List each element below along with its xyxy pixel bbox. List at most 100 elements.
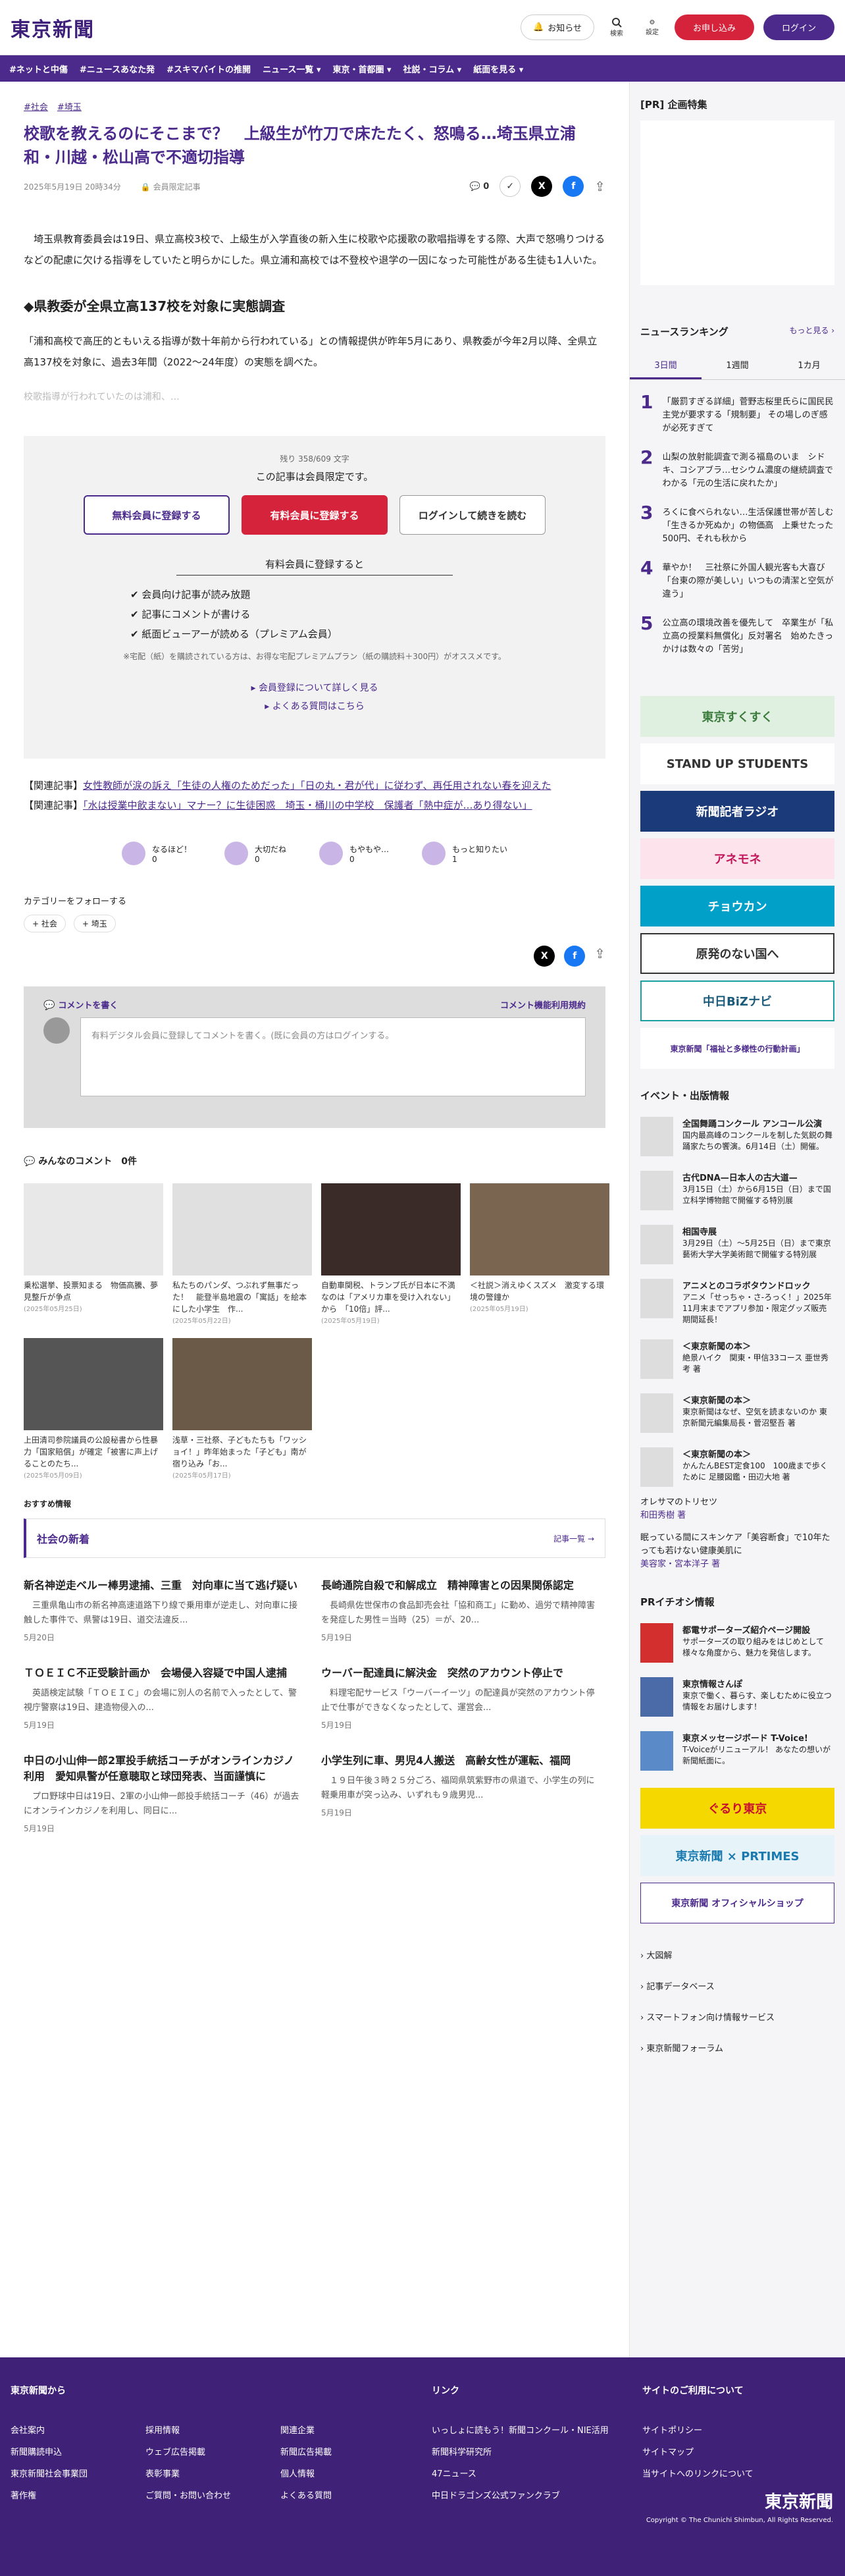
footer-link[interactable]: 会社案内 [11, 2423, 145, 2436]
pr2-item[interactable]: 都電サポーターズ紹介ページ開設 サポーターズの取り組みをはじめとして様々な角度から… [640, 1623, 834, 1663]
news-item[interactable]: 新名神逆走ベルー棒男逮捕、三重 対向車に当て逃げ疑い 三重県亀山市の新名神高速道… [24, 1578, 300, 1643]
side-link[interactable]: › 大図解 [640, 1939, 834, 1970]
site-logo[interactable]: 東京新聞 [11, 13, 95, 42]
tag-link[interactable]: #埼玉 [57, 100, 82, 113]
facebook-share-icon[interactable]: f [563, 176, 584, 197]
footer-link[interactable]: サイトポリシー [642, 2423, 833, 2436]
reaction-button[interactable]: 大切だね 0 [224, 842, 286, 865]
event-item[interactable]: ＜東京新聞の本＞ かんたんBEST定食100 100歳まで歩くために 足腰図鑑・田… [640, 1447, 834, 1487]
footer-link[interactable]: サイトマップ [642, 2445, 833, 2457]
event-item[interactable]: ＜東京新聞の本＞ 絶景ハイク 関東・甲信33コース 亜世秀考 著 [640, 1339, 834, 1379]
footer-link[interactable]: 47ニュース [432, 2467, 642, 2479]
footer-link[interactable]: 関連企業 [280, 2423, 415, 2436]
bookmark-icon[interactable]: ✓ [499, 176, 521, 197]
event-item[interactable]: アニメとのコラボタウンドロック アニメ「せっちゃ・さ-ろっく！」2025年11月末… [640, 1279, 834, 1325]
login-button[interactable]: ログイン [763, 14, 834, 40]
free-register-button[interactable]: 無料会員に登録する [84, 495, 230, 535]
news-item[interactable]: 中日の小山伸一郎2軍投手統括コーチがオンラインカジノ利用 愛知県警が任意聴取と球… [24, 1753, 300, 1834]
ranking-more-link[interactable]: もっと見る › [789, 325, 834, 338]
search-button[interactable]: 検索 [603, 17, 630, 38]
footer-link[interactable]: 採用情報 [145, 2423, 280, 2436]
rec-card[interactable]: 私たちのパンダ、つぶれず無事だった！ 能登半島地震の「寓話」を絵本にした小学生 … [172, 1183, 312, 1325]
event-item[interactable]: 古代DNA—日本人の古大道— 3月15日（土）から6月15日（日）まで国立科学博物… [640, 1171, 834, 1210]
footer-link[interactable]: 新聞購読申込 [11, 2445, 145, 2457]
nav-item[interactable]: 紙面を見る ▾ [473, 63, 523, 75]
footer-link[interactable]: ウェブ広告掲載 [145, 2445, 280, 2457]
banner-gururi[interactable]: ぐるり東京 [640, 1788, 834, 1829]
banner-chokan[interactable]: チョウカン [640, 886, 834, 926]
ranking-tab[interactable]: 1カ月 [773, 352, 845, 379]
book-link[interactable]: 眠っている間にスキンケア「美容断食」で10年たっても若けない健康美肌に 美容家・宮… [640, 1532, 834, 1571]
faq-link[interactable]: ▸ よくある質問はこちら [50, 697, 579, 716]
book-link[interactable]: オレサマのトリセツ 和田秀樹 著 [640, 1496, 834, 1522]
rec-card[interactable]: ＜社説＞消えゆくスズメ 激変する環境の警鐘か (2025年05月19日) [470, 1183, 609, 1325]
share-icon[interactable]: ⇪ [594, 178, 605, 194]
side-link[interactable]: › スマートフォン向け情報サービス [640, 2001, 834, 2032]
nav-item[interactable]: 社説・コラム ▾ [403, 63, 462, 75]
banner-radio[interactable]: 新聞記者ラジオ [640, 791, 834, 832]
footer-link[interactable]: 東京新聞社会事業団 [11, 2467, 145, 2479]
paid-register-button[interactable]: 有料会員に登録する [242, 495, 388, 535]
more-info-link[interactable]: ▸ 会員登録について詳しく見る [50, 679, 579, 697]
rec-card[interactable]: 浅草・三社祭、子どもたちも「ワッショイ！」昨年始まった「子ども」南が宿り込み「お… [172, 1338, 312, 1480]
footer-link[interactable]: よくある質問 [280, 2488, 415, 2501]
comment-rules-link[interactable]: コメント機能利用規約 [500, 998, 586, 1011]
society-more-link[interactable]: 記事一覧 → [553, 1533, 594, 1544]
follow-chip[interactable]: + 社会 [24, 915, 66, 932]
footer-link[interactable]: 当サイトへのリンクについて [642, 2467, 833, 2479]
side-link[interactable]: › 記事データベース [640, 1970, 834, 2001]
banner-prtimes[interactable]: 東京新聞 × PRTIMES [640, 1835, 834, 1876]
footer-link[interactable]: 新聞科学研究所 [432, 2445, 642, 2457]
news-item[interactable]: 小学生列に車、男児4人搬送 高齢女性が運転、福岡 １９日午後３時２５分ごろ、福岡… [321, 1753, 598, 1834]
banner-anemone[interactable]: アネモネ [640, 838, 834, 879]
rec-card[interactable]: 自動車関税、トランプ氏が日本に不満なのは「アメリカ車を受け入れない」から 「10… [321, 1183, 461, 1325]
footer-link[interactable]: 中日ドラゴンズ公式ファンクラブ [432, 2488, 642, 2501]
event-item[interactable]: 相国寺展 3月29日（土）〜5月25日（日）まで東京藝術大学大学美術館で開催する特… [640, 1225, 834, 1264]
apply-button[interactable]: お申し込み [674, 14, 754, 40]
banner-shop[interactable]: 東京新聞 オフィシャルショップ [640, 1883, 834, 1923]
news-item[interactable]: 長崎通院自殺で和解成立 精神障害との因果関係認定 長崎県佐世保市の食品卸売会社「… [321, 1578, 598, 1643]
rec-card[interactable]: 上田清司参院議員の公設秘書から性暴力「国家賠償」が確定「被害に声上げることのたち… [24, 1338, 163, 1480]
notify-button[interactable]: 🔔 お知らせ [521, 14, 594, 40]
share-icon[interactable]: ⇪ [594, 946, 605, 967]
follow-chip[interactable]: + 埼玉 [73, 915, 116, 932]
x-share-icon[interactable]: X [534, 946, 555, 967]
ranking-item[interactable]: 5 公立高の環境改善を優先して 卒業生が「私立高の授業料無償化」反対署名 始めたき… [640, 614, 834, 657]
comment-count[interactable]: 💬 0 [469, 182, 489, 192]
news-item[interactable]: ＴＯＥＩＣ不正受験計画か 会場侵入容疑で中国人逮捕 英語検定試験「ＴＯＥＩＣ」の… [24, 1665, 300, 1731]
nav-item[interactable]: #ニュースあなた発 [80, 63, 155, 75]
side-link[interactable]: › 東京新聞フォーラム [640, 2032, 834, 2063]
footer-link[interactable]: 新聞広告掲載 [280, 2445, 415, 2457]
ranking-item[interactable]: 3 ろくに食べられない…生活保護世帯が苦しむ「生きるか死ぬか」の物価高 上乗せたっ… [640, 504, 834, 546]
ranking-tab[interactable]: 1週間 [702, 352, 773, 379]
ranking-item[interactable]: 1 「厳罰すぎる詳細」菅野志桜里氏らに国民民主党が要求する「規制要」 その場しのぎ… [640, 393, 834, 435]
reaction-button[interactable]: もやもや… 0 [319, 842, 389, 865]
login-continue-button[interactable]: ログインして続きを読む [399, 495, 546, 535]
ranking-item[interactable]: 4 華やか！ 三社祭に外国人観光客も大喜び「台東の際が美しい」いつもの清潔と空気が… [640, 559, 834, 601]
x-share-icon[interactable]: X [531, 176, 553, 197]
nav-item[interactable]: ニュース一覧 ▾ [263, 63, 320, 75]
footer-link[interactable]: ご質問・お問い合わせ [145, 2488, 280, 2501]
settings-button[interactable]: ⚙ 設定 [639, 19, 665, 36]
pr-ad-slot[interactable] [640, 121, 834, 285]
ranking-tab[interactable]: 3日間 [630, 352, 702, 379]
event-item[interactable]: ＜東京新聞の本＞ 東京新聞はなぜ、空気を読まないのか 東京新聞元編集局長・菅沼堅吾… [640, 1393, 834, 1433]
related-link[interactable]: 「水は授業中飲まない」マナー？に生徒困惑 埼玉・桶川の中学校 保護者「熱中症が…… [83, 799, 532, 811]
banner-fukushi[interactable]: 東京新聞「福祉と多様性の行動計画」 [640, 1028, 834, 1069]
event-item[interactable]: 全国舞踊コンクール アンコール公演 国内最高峰のコンクールを制した気鋭の舞踊家たち… [640, 1117, 834, 1156]
banner-bizunavi[interactable]: 中日BiZナビ [640, 980, 834, 1021]
related-link[interactable]: 女性教師が涙の訴え「生徒の人権のためだった」「日の丸・君が代」に従わず、再任用さ… [83, 780, 551, 792]
facebook-share-icon[interactable]: f [564, 946, 586, 967]
footer-link[interactable]: 個人情報 [280, 2467, 415, 2479]
comment-textarea[interactable]: 有料デジタル会員に登録してコメントを書く。(既に会員の方はログインする。 [80, 1017, 586, 1096]
footer-link[interactable]: いっしょに読もう！新聞コンクール・NIE活用 [432, 2423, 642, 2436]
ranking-item[interactable]: 2 山梨の放射能調査で測る福島のいま シドキ、コシアブラ…セシウム濃度の継続調査で… [640, 448, 834, 491]
footer-link[interactable]: 表彰事業 [145, 2467, 280, 2479]
nav-item[interactable]: #ネットと中傷 [9, 63, 68, 75]
banner-standup[interactable]: STAND UP STUDENTS [640, 743, 834, 784]
banner-genpatsu[interactable]: 原発のない国へ [640, 933, 834, 974]
footer-link[interactable]: 著作権 [11, 2488, 145, 2501]
news-item[interactable]: ウーバー配達員に解決金 突然のアカウント停止で 料理宅配サービス「ウーバーイーツ… [321, 1665, 598, 1731]
reaction-button[interactable]: もっと知りたい 1 [422, 842, 507, 865]
pr2-item[interactable]: 東京情報さんぽ 東京で働く、暮らす、楽しむために役立つ情報をお届けします！ [640, 1677, 834, 1717]
